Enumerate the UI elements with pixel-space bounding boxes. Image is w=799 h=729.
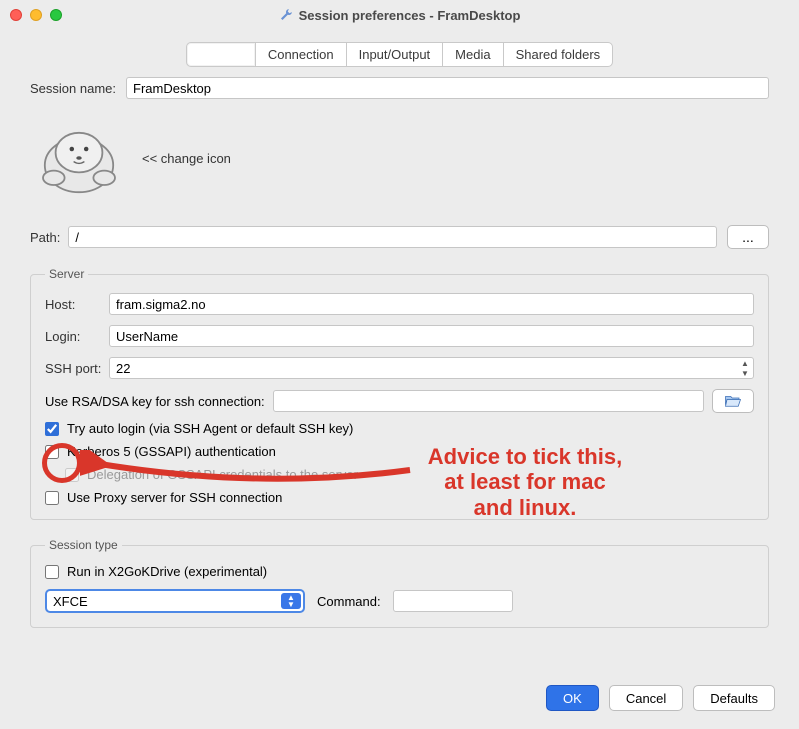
path-label: Path:: [30, 230, 60, 245]
tab-shared-folders[interactable]: Shared folders: [503, 42, 614, 67]
delegation-label: Delegation of GSSAPI credentials to the …: [87, 467, 358, 482]
path-input[interactable]: [68, 226, 717, 248]
rsa-key-label: Use RSA/DSA key for ssh connection:: [45, 394, 265, 409]
proxy-checkbox[interactable]: [45, 491, 59, 505]
host-label: Host:: [45, 297, 109, 312]
login-label: Login:: [45, 329, 109, 344]
session-icon[interactable]: [34, 113, 124, 203]
delegation-checkbox: [65, 468, 79, 482]
login-input[interactable]: [109, 325, 754, 347]
folder-open-icon: [724, 394, 742, 408]
sshport-label: SSH port:: [45, 361, 109, 376]
defaults-button[interactable]: Defaults: [693, 685, 775, 711]
sshport-input[interactable]: [109, 357, 754, 379]
session-type-fieldset: Session type Run in X2GoKDrive (experime…: [30, 538, 769, 628]
ok-button[interactable]: OK: [546, 685, 599, 711]
kerberos-checkbox[interactable]: [45, 445, 59, 459]
path-browse-button[interactable]: ...: [727, 225, 769, 249]
tab-input-output[interactable]: Input/Output: [346, 42, 444, 67]
rsa-key-input[interactable]: [273, 390, 704, 412]
stepper-down-icon[interactable]: ▼: [737, 368, 753, 378]
kerberos-label: Kerberos 5 (GSSAPI) authentication: [67, 444, 276, 459]
titlebar: Session preferences - FramDesktop: [0, 0, 799, 30]
sshport-stepper[interactable]: ▲ ▼: [737, 358, 753, 378]
tab-general[interactable]: [186, 42, 256, 67]
host-input[interactable]: [109, 293, 754, 315]
session-name-input[interactable]: [126, 77, 769, 99]
server-legend: Server: [45, 267, 88, 281]
window-title: Session preferences - FramDesktop: [0, 8, 799, 23]
wrench-icon: [279, 8, 293, 22]
auto-login-checkbox[interactable]: [45, 422, 59, 436]
auto-login-label: Try auto login (via SSH Agent or default…: [67, 421, 353, 436]
kdrive-label: Run in X2GoKDrive (experimental): [67, 564, 267, 579]
server-fieldset: Server Host: Login: SSH port: ▲ ▼: [30, 267, 769, 520]
session-type-selected: XFCE: [53, 594, 88, 609]
stepper-up-icon[interactable]: ▲: [737, 358, 753, 368]
command-input[interactable]: [393, 590, 513, 612]
rsa-key-browse-button[interactable]: [712, 389, 754, 413]
dropdown-arrows-icon: ▲▼: [281, 593, 301, 609]
tabs: Connection Input/Output Media Shared fol…: [0, 42, 799, 67]
kdrive-checkbox[interactable]: [45, 565, 59, 579]
cancel-button[interactable]: Cancel: [609, 685, 683, 711]
command-label: Command:: [317, 594, 381, 609]
session-name-label: Session name:: [30, 81, 116, 96]
session-type-legend: Session type: [45, 538, 122, 552]
proxy-label: Use Proxy server for SSH connection: [67, 490, 282, 505]
change-icon-label: << change icon: [142, 151, 231, 166]
tab-media[interactable]: Media: [442, 42, 503, 67]
tab-connection[interactable]: Connection: [255, 42, 347, 67]
session-type-dropdown[interactable]: XFCE ▲▼: [45, 589, 305, 613]
